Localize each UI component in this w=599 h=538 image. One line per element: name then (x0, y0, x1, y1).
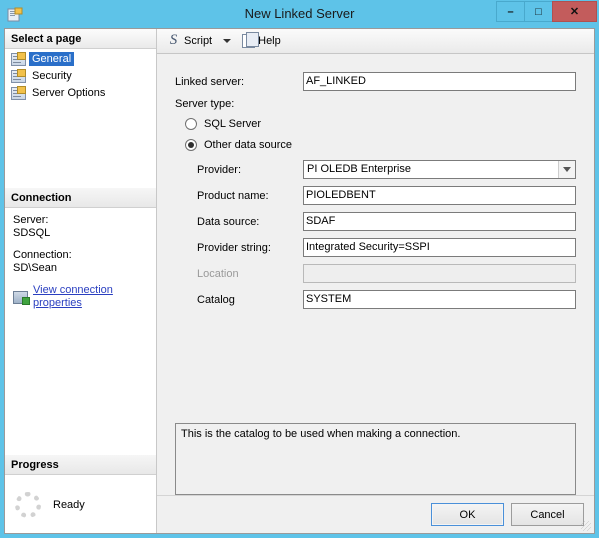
provider-value: PI OLEDB Enterprise (307, 163, 411, 175)
server-label: Server: (13, 214, 49, 226)
linked-server-icon (7, 7, 23, 23)
toolbar: S Script Help (157, 29, 594, 54)
dialog-main: Select a page General Security Server Op… (5, 29, 594, 533)
new-linked-server-window: New Linked Server – □ ✕ Select a page Ge… (0, 0, 599, 538)
provider-row: Provider: PI OLEDB Enterprise (175, 160, 576, 179)
help-label: Help (258, 35, 281, 47)
data-source-input[interactable]: SDAF (303, 212, 576, 231)
server-info: Server: SDSQL (13, 214, 148, 240)
sidebar-item-label: Server Options (32, 87, 106, 99)
title-bar[interactable]: New Linked Server – □ ✕ (0, 0, 599, 28)
provider-label: Provider: (197, 163, 242, 176)
location-label: Location (197, 267, 239, 280)
server-type-label: Server type: (175, 98, 235, 110)
sidebar-item-general[interactable]: General (11, 51, 156, 67)
linked-server-row: Linked server: AF_LINKED (175, 72, 576, 91)
linked-server-label: Linked server: (175, 75, 245, 88)
connection-value: SD\Sean (13, 262, 58, 274)
ok-button[interactable]: OK (431, 503, 504, 526)
data-source-label: Data source: (197, 215, 260, 228)
minimize-button[interactable]: – (496, 1, 525, 22)
provider-string-row: Provider string: Integrated Security=SSP… (175, 238, 576, 257)
view-connection-properties-link[interactable]: View connection properties (33, 284, 148, 310)
progress-panel: Progress Ready (5, 455, 156, 533)
script-label: Script (184, 35, 213, 47)
sidebar-item-security[interactable]: Security (11, 68, 156, 84)
chevron-down-icon (563, 167, 571, 172)
page-tree[interactable]: General Security Server Options (5, 49, 156, 188)
progress-status: Ready (53, 499, 85, 511)
help-button[interactable]: Help (239, 32, 284, 49)
sidebar-item-label: Security (32, 70, 72, 82)
page-icon (11, 85, 26, 100)
connection-panel: Connection Server: SDSQL Connection: SD\… (5, 188, 156, 318)
product-name-row: Product name: PIOLEDBENT (175, 186, 576, 205)
connection-properties-icon (13, 290, 30, 305)
radio-sql-server-row[interactable]: SQL Server (175, 118, 576, 130)
server-value: SDSQL (13, 227, 51, 239)
provider-string-input[interactable]: Integrated Security=SSPI (303, 238, 576, 257)
resize-grip[interactable] (581, 521, 591, 531)
sidebar: Select a page General Security Server Op… (5, 29, 157, 533)
cancel-button[interactable]: Cancel (511, 503, 584, 526)
sidebar-item-server-options[interactable]: Server Options (11, 85, 156, 101)
view-connection-properties-row[interactable]: View connection properties (13, 284, 148, 310)
sidebar-item-label: General (29, 52, 75, 66)
radio-other-data-source-label: Other data source (204, 139, 293, 151)
provider-string-label: Provider string: (197, 241, 271, 254)
window-controls: – □ ✕ (496, 1, 597, 23)
catalog-row: Catalog SYSTEM (175, 290, 576, 309)
connection-body: Server: SDSQL Connection: SD\Sean View c… (5, 208, 156, 318)
product-name-input[interactable]: PIOLEDBENT (303, 186, 576, 205)
general-form: Linked server: AF_LINKED Server type: SQ… (157, 54, 594, 409)
radio-other-data-source[interactable] (185, 139, 197, 151)
help-description-box: This is the catalog to be used when maki… (175, 423, 576, 495)
dialog-body: Select a page General Security Server Op… (4, 28, 595, 534)
maximize-button[interactable]: □ (524, 1, 553, 22)
sidebar-spacer (5, 318, 156, 455)
catalog-label: Catalog (197, 293, 235, 306)
catalog-input[interactable]: SYSTEM (303, 290, 576, 309)
connection-info: Connection: SD\Sean (13, 249, 148, 275)
progress-body: Ready (5, 475, 156, 533)
provider-dropdown-button[interactable] (558, 161, 575, 178)
help-icon (242, 32, 260, 48)
radio-other-data-source-row[interactable]: Other data source (175, 139, 576, 151)
data-source-row: Data source: SDAF (175, 212, 576, 231)
page-icon (11, 51, 26, 66)
product-name-label: Product name: (197, 189, 269, 202)
location-row: Location (175, 264, 576, 283)
radio-sql-server[interactable] (185, 118, 197, 130)
radio-sql-server-label: SQL Server (204, 118, 262, 130)
connection-header: Connection (5, 188, 156, 208)
close-button[interactable]: ✕ (552, 1, 597, 22)
linked-server-input[interactable]: AF_LINKED (303, 72, 576, 91)
dialog-footer: OK Cancel (157, 495, 594, 533)
connection-label: Connection: (13, 249, 72, 261)
progress-header: Progress (5, 455, 156, 475)
provider-select[interactable]: PI OLEDB Enterprise (303, 160, 576, 179)
script-icon: S (169, 32, 178, 48)
location-input (303, 264, 576, 283)
chevron-down-icon[interactable] (223, 39, 232, 43)
page-icon (11, 68, 26, 83)
script-button[interactable]: S Script (163, 33, 215, 49)
select-page-header: Select a page (5, 29, 156, 49)
content-pane: S Script Help Linked server: AF_LINKED S… (157, 29, 594, 533)
progress-spinner-icon (15, 492, 41, 518)
